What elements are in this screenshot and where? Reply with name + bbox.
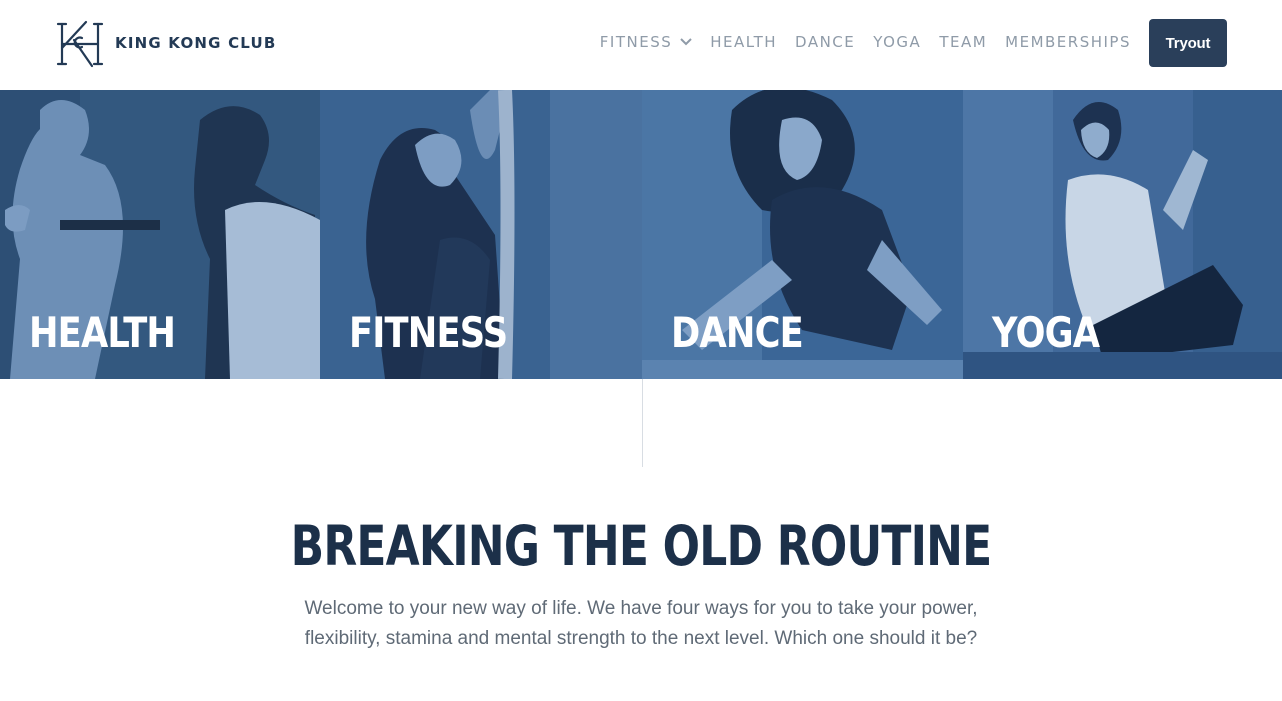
- brand-name: KING KONG CLUB: [115, 34, 277, 52]
- kkc-monogram-icon: [56, 20, 104, 68]
- tile-label: HEALTH: [29, 308, 176, 357]
- nav-item-label: DANCE: [795, 33, 856, 51]
- nav-item-fitness[interactable]: FITNESS: [600, 33, 692, 51]
- nav-item-label: YOGA: [873, 33, 922, 51]
- nav-item-memberships[interactable]: MEMBERSHIPS: [1005, 33, 1131, 51]
- tile-label: DANCE: [671, 308, 804, 357]
- category-tiles: HEALTH FITNESS DANCE YOGA: [0, 90, 1282, 379]
- nav-item-label: MEMBERSHIPS: [1005, 33, 1131, 51]
- section-heading: BREAKING THE OLD ROUTINE: [0, 514, 1282, 578]
- tile-label: FITNESS: [349, 308, 508, 357]
- nav-item-yoga[interactable]: YOGA: [873, 33, 921, 51]
- intro-text: Welcome to your new way of life. We have…: [304, 598, 978, 649]
- site-header: KING KONG CLUB FITNESS HEALTH DANCE YOGA…: [0, 0, 1282, 90]
- nav-item-label: HEALTH: [710, 33, 778, 51]
- brand-logo[interactable]: KING KONG CLUB: [56, 18, 277, 68]
- section-heading-text: BREAKING THE OLD ROUTINE: [290, 514, 993, 578]
- nav-item-health[interactable]: HEALTH: [710, 33, 777, 51]
- tile-fitness[interactable]: FITNESS: [320, 90, 642, 379]
- tile-yoga[interactable]: YOGA: [963, 90, 1282, 379]
- nav-item-label: FITNESS: [599, 33, 673, 51]
- main-nav: FITNESS HEALTH DANCE YOGA TEAM MEMBERSHI…: [600, 33, 1131, 51]
- tile-label: YOGA: [992, 308, 1100, 357]
- vertical-divider: [642, 379, 643, 467]
- nav-item-dance[interactable]: DANCE: [795, 33, 855, 51]
- tile-dance[interactable]: DANCE: [642, 90, 963, 379]
- nav-item-label: TEAM: [939, 33, 988, 51]
- tryout-button[interactable]: Tryout: [1149, 19, 1227, 67]
- tile-health[interactable]: HEALTH: [0, 90, 320, 379]
- chevron-down-icon: [680, 38, 692, 46]
- nav-item-team[interactable]: TEAM: [939, 33, 987, 51]
